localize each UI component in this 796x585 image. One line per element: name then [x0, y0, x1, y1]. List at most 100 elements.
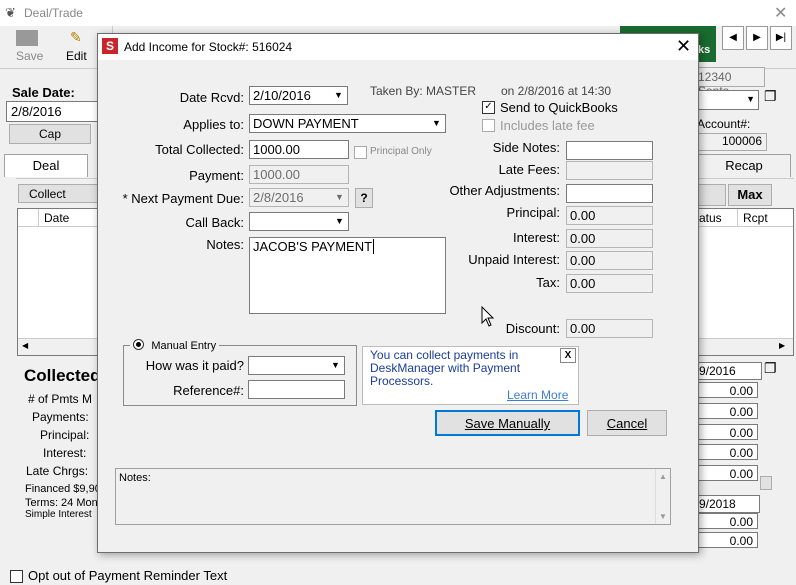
background-window-title: Deal/Trade [24, 6, 83, 20]
side-notes-input[interactable] [566, 141, 653, 160]
right-date-field-2[interactable]: 9/2018 [696, 495, 760, 513]
deskmanager-logo-icon: S [102, 38, 118, 54]
nav-next-button[interactable]: ▶ [746, 26, 768, 50]
notes-scrollbar[interactable]: ▲ ▼ [655, 469, 670, 524]
payments-table-right: atus Rcpt ▶ [696, 208, 794, 356]
bg-blank-button[interactable] [696, 184, 726, 206]
total-collected-input[interactable]: 1000.00 [249, 140, 349, 159]
learn-more-link[interactable]: Learn More [507, 388, 568, 402]
other-adjustments-input[interactable] [566, 184, 653, 203]
info-close-icon[interactable]: X [560, 348, 576, 363]
right-date-field-1[interactable]: 9/2016 [696, 362, 762, 380]
tab-deal[interactable]: Deal [4, 154, 88, 177]
account-label: Account#: [697, 117, 751, 131]
late-fees-input[interactable] [566, 161, 653, 180]
copy-icon-2[interactable]: ❐ [764, 360, 777, 377]
principal-label: Principal: [506, 205, 560, 220]
chevron-down-icon: ▼ [335, 192, 344, 202]
background-titlebar: ❦ Deal/Trade ✕ [0, 0, 796, 26]
reference-input[interactable] [248, 380, 345, 399]
horizontal-scrollbar[interactable]: ◀ [18, 338, 98, 355]
interest-value: 0.00 [566, 229, 653, 248]
manual-entry-legend: Manual Entry [130, 338, 220, 352]
right-value-2: 0.00 [696, 403, 758, 419]
manual-entry-radio[interactable] [133, 339, 144, 350]
opt-out-checkbox[interactable] [10, 570, 23, 583]
taken-by-text: Taken By: MASTER [370, 84, 477, 98]
principal-only-label: Principal Only [370, 146, 432, 157]
other-adjustments-label: Other Adjustments: [449, 183, 560, 198]
payment-processors-info: You can collect payments in DeskManager … [362, 346, 579, 405]
total-collected-label: Total Collected: [155, 142, 244, 157]
principal-only-checkbox[interactable] [354, 146, 367, 159]
simple-interest-text: Simple Interest [25, 509, 92, 520]
left-summary: # of Pmts M Payments: Principal: Interes… [26, 392, 93, 478]
info-text: You can collect payments in DeskManager … [370, 348, 521, 388]
taken-on-text: on 2/8/2016 at 14:30 [501, 84, 612, 98]
cancel-button[interactable]: Cancel [587, 410, 667, 436]
tax-value: 0.00 [566, 274, 653, 293]
save-icon [16, 30, 38, 46]
address-field: 12340 Santa [697, 67, 765, 98]
terms-text: Terms: 24 Mon [25, 497, 97, 509]
tab-recap[interactable]: Recap [697, 154, 791, 177]
chevron-down-icon: ▼ [334, 90, 343, 100]
discount-value: 0.00 [566, 319, 653, 338]
opt-out-label: Opt out of Payment Reminder Text [28, 568, 228, 583]
edit-icon: ✎ [70, 29, 82, 45]
right-value-7: 0.00 [696, 532, 758, 548]
save-manually-button[interactable]: Save Manually [435, 410, 580, 436]
nav-prev-button[interactable]: ◀ [722, 26, 744, 50]
add-income-dialog: S Add Income for Stock#: 516024 ✕ Date R… [97, 33, 699, 553]
interest-label: Interest: [513, 230, 560, 245]
table-header-date: Date [44, 211, 70, 225]
notes-label: Notes: [206, 237, 244, 252]
cap-button[interactable]: Cap [9, 124, 91, 144]
chevron-down-icon: ▼ [331, 360, 340, 370]
background-close-icon[interactable]: ✕ [774, 3, 787, 23]
applies-to-select[interactable]: DOWN PAYMENT ▼ [249, 114, 446, 133]
horizontal-scrollbar-right[interactable]: ▶ [697, 338, 793, 355]
table-header-rcpt: Rcpt [743, 211, 768, 225]
dialog-close-icon[interactable]: ✕ [676, 36, 691, 57]
collect-payment-button[interactable]: Collect Payme [18, 184, 98, 203]
right-value-1: 0.00 [696, 382, 758, 398]
background-dropdown[interactable]: ▼ [697, 90, 759, 110]
includes-late-fee-checkbox[interactable] [482, 119, 495, 132]
chevron-down-icon: ▼ [432, 118, 441, 128]
small-button[interactable] [760, 476, 772, 490]
sale-date-input[interactable]: 2/8/2016 [6, 101, 100, 122]
call-back-label: Call Back: [185, 215, 244, 230]
how-paid-select[interactable]: ▼ [248, 356, 345, 375]
applies-to-label: Applies to: [183, 117, 244, 132]
table-header-status: atus [699, 211, 722, 225]
toolbar-save-button[interactable]: Save [16, 49, 43, 63]
send-to-quickbooks-checkbox[interactable]: ✓ [482, 101, 495, 114]
reference-label: Reference#: [173, 383, 244, 398]
app-icon: ❦ [5, 5, 16, 20]
discount-label: Discount: [505, 321, 560, 336]
late-fees-label: Late Fees: [498, 162, 560, 177]
sale-date-label: Sale Date: [12, 85, 75, 100]
unpaid-interest-value: 0.00 [566, 251, 653, 270]
payment-label: Payment: [189, 168, 244, 183]
payments-table-left: Date ◀ [17, 208, 99, 356]
chevron-down-icon: ▼ [335, 216, 344, 226]
nav-last-button[interactable]: ▶| [770, 26, 792, 50]
date-rcvd-input[interactable]: 2/10/2016 ▼ [249, 86, 348, 105]
copy-icon[interactable]: ❐ [764, 88, 784, 108]
principal-value: 0.00 [566, 206, 653, 225]
bottom-notes-area[interactable]: Notes: ▲ ▼ [115, 468, 671, 525]
unpaid-interest-label: Unpaid Interest: [468, 252, 560, 267]
payment-input[interactable]: 1000.00 [249, 165, 349, 184]
max-button[interactable]: Max [728, 184, 772, 206]
tax-label: Tax: [536, 275, 560, 290]
notes-textarea[interactable]: JACOB'S PAYMENT [249, 237, 446, 314]
next-payment-due-input[interactable]: 2/8/2016 ▼ [249, 188, 349, 207]
help-icon[interactable]: ? [355, 188, 373, 208]
call-back-select[interactable]: ▼ [249, 212, 349, 231]
send-to-quickbooks-label: Send to QuickBooks [500, 100, 618, 115]
date-rcvd-label: Date Rcvd: [179, 90, 244, 105]
right-value-3: 0.00 [696, 424, 758, 440]
toolbar-edit-button[interactable]: Edit [66, 49, 87, 63]
